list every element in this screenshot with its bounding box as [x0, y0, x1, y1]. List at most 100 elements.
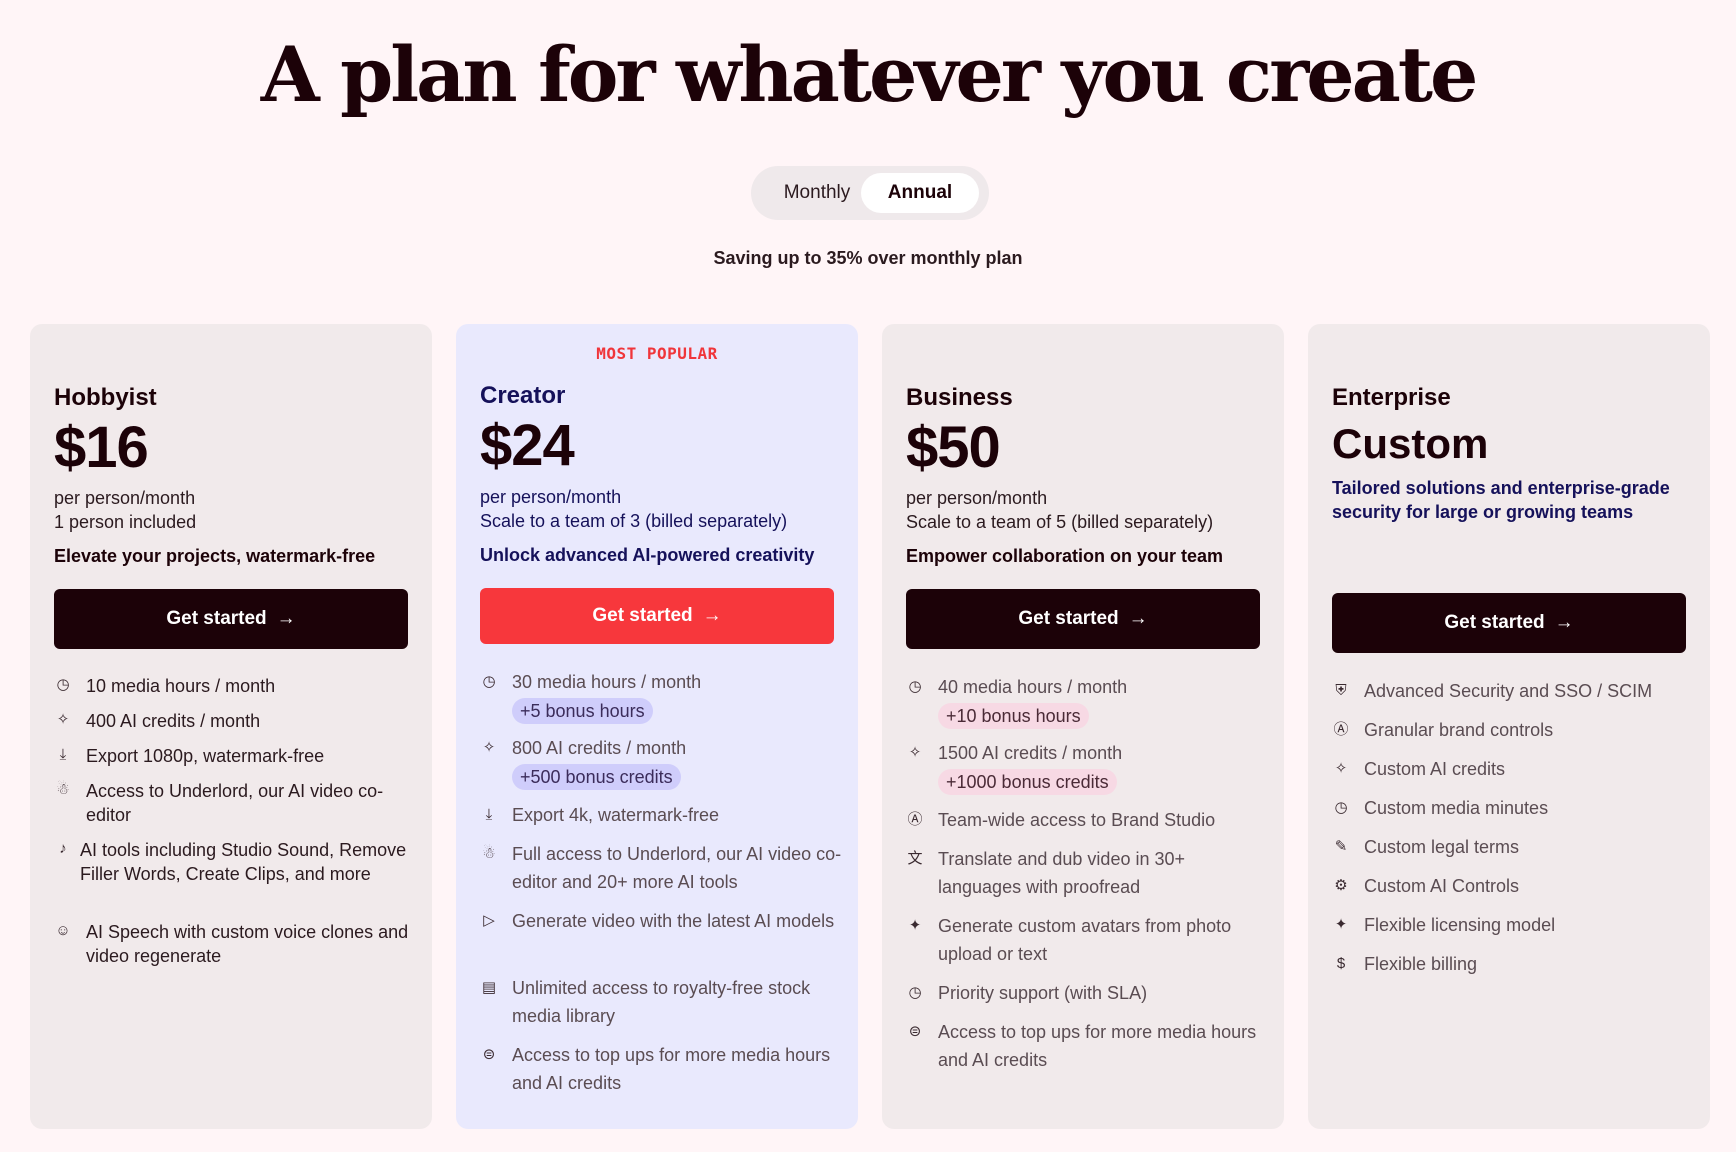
- page-title: A plan for whatever you create: [260, 30, 1479, 119]
- feature-text: Custom media minutes: [1364, 798, 1549, 818]
- plan-name: Enterprise: [1332, 384, 1451, 411]
- shield-icon: ⛨: [1335, 682, 1347, 699]
- plan-billing-note: per person/month: [480, 487, 622, 507]
- feature-text: 40 media hours / month: [938, 677, 1128, 697]
- plan-seat-note: 1 person included: [54, 512, 197, 532]
- sparkle-icon: ✧: [908, 744, 922, 761]
- translate-icon: 文: [907, 850, 923, 867]
- feature-text: Unlimited access to royalty-free stock m…: [512, 978, 811, 1026]
- feature-text: Full access to Underlord, our AI video c…: [512, 844, 842, 892]
- get-started-label: Get started: [166, 608, 267, 629]
- feature-text: Access to Underlord, our AI video co-edi…: [86, 781, 384, 825]
- plan-tagline: Empower collaboration on your team: [906, 546, 1224, 566]
- feature-text: Access to top ups for more media hours a…: [512, 1045, 831, 1093]
- avatar-icon: ✦: [908, 917, 922, 934]
- plan-price: Custom: [1332, 420, 1489, 467]
- get-started-label: Get started: [592, 605, 693, 626]
- sparkle-icon: ✧: [482, 739, 496, 756]
- plan-card-creator: MOST POPULAR Creator $24 per person/mont…: [456, 324, 858, 1129]
- get-started-button[interactable]: Get started →: [906, 589, 1260, 649]
- feature-text: Translate and dub video in 30+ languages…: [938, 849, 1186, 897]
- billing-monthly-option[interactable]: Monthly: [769, 173, 865, 213]
- pen-icon: ✎: [1334, 838, 1348, 855]
- feature-text: Flexible billing: [1364, 954, 1478, 974]
- plan-card-business: Business $50 per person/month Scale to a…: [882, 324, 1284, 1129]
- get-started-button[interactable]: Get started →: [54, 589, 408, 649]
- media-icon: ▤: [481, 979, 497, 996]
- feature-text: Granular brand controls: [1364, 720, 1554, 740]
- feature-text: Priority support (with SLA): [938, 983, 1148, 1003]
- plan-tagline: Elevate your projects, watermark-free: [54, 546, 376, 566]
- billing-toggle[interactable]: Monthly Annual: [751, 166, 989, 220]
- get-started-button[interactable]: Get started →: [1332, 593, 1686, 653]
- feature-text: 10 media hours / month: [86, 676, 276, 696]
- get-started-button[interactable]: Get started →: [480, 588, 834, 644]
- brand-icon: Ⓐ: [907, 811, 923, 828]
- billing-annual-option[interactable]: Annual: [861, 173, 979, 213]
- feature-text: Custom AI Controls: [1364, 876, 1520, 896]
- feature-text: 30 media hours / month: [512, 672, 702, 692]
- feature-text: AI Speech with custom voice clones and v…: [86, 922, 409, 966]
- clock-icon: ◷: [1334, 799, 1348, 816]
- clock-icon: ◷: [56, 676, 70, 693]
- bonus-badge: +10 bonus hours: [938, 703, 1089, 729]
- gear-icon: ⚙: [1334, 877, 1348, 894]
- avatar-icon: ✦: [1334, 916, 1348, 933]
- plan-tagline: Unlock advanced AI-powered creativity: [480, 545, 815, 565]
- sparkle-icon: ✧: [1334, 760, 1348, 777]
- arrow-right-icon: →: [1554, 612, 1574, 633]
- feature-text: Custom AI credits: [1364, 759, 1506, 779]
- feature-text: Flexible licensing model: [1364, 915, 1556, 935]
- feature-text: AI tools including Studio Sound, Remove …: [80, 840, 407, 884]
- bonus-badge: +1000 bonus credits: [938, 769, 1117, 795]
- plan-price: $24: [480, 413, 575, 478]
- feature-text: Access to top ups for more media hours a…: [938, 1022, 1257, 1070]
- arrow-right-icon: →: [1128, 608, 1148, 629]
- clock-icon: ◷: [908, 678, 922, 695]
- get-started-label: Get started: [1018, 608, 1119, 629]
- voice-icon: ☺: [55, 922, 71, 939]
- plan-name: Hobbyist: [54, 384, 157, 411]
- topup-icon: ⊜: [908, 1023, 922, 1040]
- plan-card-enterprise: Enterprise Custom Tailored solutions and…: [1308, 324, 1710, 1129]
- dollar-icon: $: [1336, 955, 1346, 972]
- plan-card-hobbyist: Hobbyist $16 per person/month 1 person i…: [30, 324, 432, 1129]
- clock-icon: ◷: [482, 673, 496, 690]
- plan-billing-note: per person/month: [906, 488, 1048, 508]
- clock-icon: ◷: [908, 984, 922, 1001]
- feature-text: 800 AI credits / month: [512, 738, 687, 758]
- feature-text: 1500 AI credits / month: [938, 743, 1123, 763]
- mic-icon: ♪: [59, 840, 67, 857]
- plan-description: Tailored solutions and enterprise-grade …: [1332, 478, 1670, 522]
- plan-name: Business: [906, 384, 1013, 411]
- topup-icon: ⊜: [482, 1046, 496, 1063]
- plan-price: $50: [906, 415, 1001, 480]
- feature-text: 400 AI credits / month: [86, 711, 261, 731]
- feature-text: Team-wide access to Brand Studio: [938, 810, 1216, 830]
- feature-text: Generate custom avatars from photo uploa…: [938, 916, 1232, 964]
- bonus-badge: +5 bonus hours: [512, 698, 653, 724]
- video-icon: ▷: [483, 912, 495, 929]
- bonus-badge: +500 bonus credits: [512, 764, 681, 790]
- feature-text: Export 4k, watermark-free: [512, 805, 720, 825]
- most-popular-badge: MOST POPULAR: [596, 344, 718, 363]
- plan-seat-note: Scale to a team of 3 (billed separately): [480, 511, 788, 531]
- feature-text: Generate video with the latest AI models: [512, 911, 835, 931]
- plan-name: Creator: [480, 382, 566, 409]
- arrow-right-icon: →: [276, 608, 296, 629]
- plan-price: $16: [54, 415, 149, 480]
- saving-note: Saving up to 35% over monthly plan: [713, 248, 1023, 268]
- download-icon: ⤓: [485, 806, 493, 823]
- feature-text: Custom legal terms: [1364, 837, 1520, 857]
- plan-seat-note: Scale to a team of 5 (billed separately): [906, 512, 1214, 532]
- arrow-right-icon: →: [702, 605, 722, 626]
- sparkle-icon: ✧: [56, 711, 70, 728]
- download-icon: ⤓: [59, 746, 67, 763]
- feature-text: Export 1080p, watermark-free: [86, 746, 325, 766]
- brand-icon: Ⓐ: [1333, 721, 1349, 738]
- feature-text: Advanced Security and SSO / SCIM: [1364, 681, 1653, 701]
- plan-billing-note: per person/month: [54, 488, 196, 508]
- robot-icon: ☃: [56, 781, 70, 798]
- robot-icon: ☃: [482, 845, 496, 862]
- get-started-label: Get started: [1444, 612, 1545, 633]
